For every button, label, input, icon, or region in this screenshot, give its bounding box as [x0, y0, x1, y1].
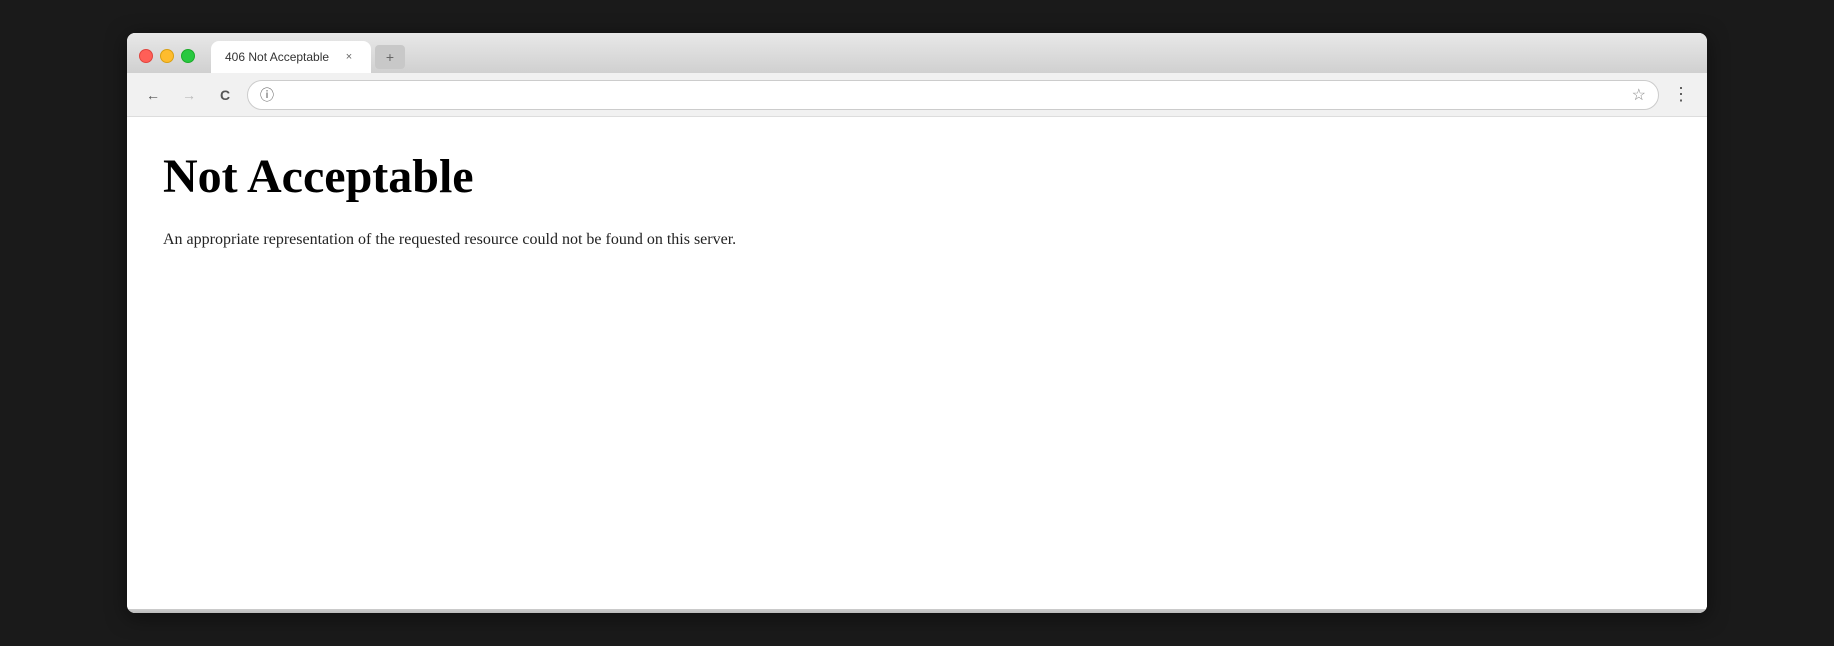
traffic-lights	[139, 49, 195, 73]
error-description: An appropriate representation of the req…	[163, 228, 1671, 252]
bottom-bar	[127, 609, 1707, 613]
reload-button[interactable]: C	[211, 81, 239, 109]
bookmark-star-icon[interactable]: ☆	[1632, 85, 1646, 105]
address-input[interactable]	[280, 87, 1626, 102]
info-icon: ⓘ	[260, 85, 274, 105]
title-bar: 406 Not Acceptable × +	[127, 33, 1707, 73]
close-button[interactable]	[139, 49, 153, 63]
error-heading: Not Acceptable	[163, 149, 1671, 204]
page-content: Not Acceptable An appropriate representa…	[127, 117, 1707, 609]
address-bar[interactable]: ⓘ ☆	[247, 80, 1659, 110]
tab-close-button[interactable]: ×	[341, 49, 357, 65]
forward-button[interactable]: →	[175, 81, 203, 109]
browser-menu-button[interactable]: ⋮	[1667, 81, 1695, 109]
maximize-button[interactable]	[181, 49, 195, 63]
minimize-button[interactable]	[160, 49, 174, 63]
browser-window: 406 Not Acceptable × + ← → C ⓘ ☆ ⋮ Not A…	[127, 33, 1707, 613]
back-button[interactable]: ←	[139, 81, 167, 109]
tab-title: 406 Not Acceptable	[225, 50, 333, 64]
new-tab-button[interactable]: +	[375, 45, 405, 69]
active-tab[interactable]: 406 Not Acceptable ×	[211, 41, 371, 73]
tabs-area: 406 Not Acceptable × +	[211, 41, 1707, 73]
nav-bar: ← → C ⓘ ☆ ⋮	[127, 73, 1707, 117]
